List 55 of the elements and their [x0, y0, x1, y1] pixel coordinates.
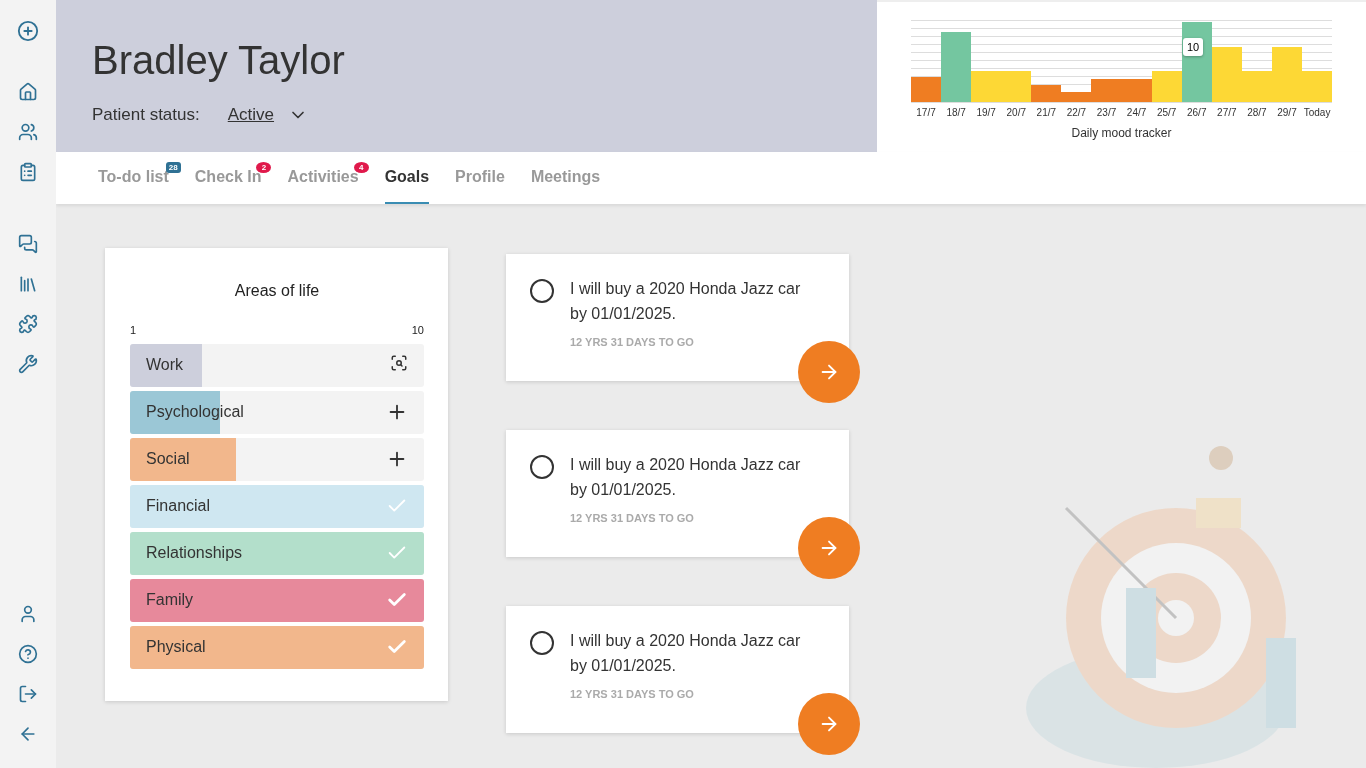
count-badge: 4 [353, 162, 369, 173]
goal-radio[interactable] [530, 279, 554, 303]
goal-countdown: 12 YRS 31 DAYS TO GO [570, 688, 695, 700]
goal-radio[interactable] [530, 631, 554, 655]
day-label: 24/7 [1125, 107, 1148, 118]
day-label: Today [1302, 107, 1332, 118]
day-label: 18/7 [945, 107, 967, 118]
area-label: Psychological [146, 403, 244, 421]
day-label: 29/7 [1276, 107, 1298, 118]
day-label: 17/7 [915, 107, 937, 118]
user-icon[interactable] [18, 604, 38, 624]
puzzle-icon[interactable] [18, 314, 38, 334]
checklist-icon[interactable] [18, 162, 38, 182]
card-title: Areas of life [234, 282, 320, 300]
goal-text: I will buy a 2020 Honda Jazz car by 01/01/2025. [570, 455, 802, 500]
day-label: 21/7 [1035, 107, 1058, 118]
chat-icon[interactable] [18, 234, 38, 254]
mood-bar [1121, 79, 1152, 102]
chart-tooltip: 10 [1183, 38, 1204, 56]
tab[interactable]: Goals [384, 152, 430, 204]
area-label: Financial [146, 497, 211, 515]
tab[interactable]: Profile [455, 152, 505, 204]
logout-icon[interactable] [18, 684, 38, 704]
area-label: Family [146, 591, 194, 609]
goal-text: I will buy a 2020 Honda Jazz car by 01/01/2025. [570, 279, 802, 324]
day-label: 23/7 [1095, 107, 1118, 118]
scale-min: 1 [130, 324, 137, 336]
users-icon[interactable] [18, 122, 38, 142]
day-label: 27/7 [1216, 107, 1238, 118]
status-label: Patient status: [92, 105, 200, 125]
day-label: 28/7 [1246, 107, 1268, 118]
tools-icon[interactable] [18, 354, 38, 374]
area-label: Social [146, 450, 190, 468]
day-label: 20/7 [1005, 107, 1027, 118]
chart-title: Daily mood tracker [1071, 126, 1172, 140]
day-label: 25/7 [1155, 107, 1178, 118]
status-dropdown[interactable]: Active [227, 105, 309, 125]
patient-name: Bradley Taylor [92, 38, 345, 83]
area-label: Relationships [146, 544, 243, 562]
day-label: 19/7 [975, 107, 997, 118]
add-circle-icon[interactable] [17, 20, 39, 42]
goal-radio[interactable] [530, 455, 554, 479]
goal-countdown: 12 YRS 31 DAYS TO GO [570, 512, 695, 524]
count-badge: 2 [256, 162, 272, 173]
day-label: 26/7 [1186, 107, 1208, 118]
tab[interactable]: Meetings [530, 152, 601, 204]
goal-countdown: 12 YRS 31 DAYS TO GO [570, 336, 695, 348]
area-label: Work [146, 356, 184, 374]
help-icon[interactable] [18, 644, 38, 664]
goal-text: I will buy a 2020 Honda Jazz car by 01/01/2025. [570, 631, 802, 676]
books-icon[interactable] [18, 274, 38, 294]
day-label: 22/7 [1065, 107, 1088, 118]
scale-max: 10 [411, 324, 424, 336]
area-label: Physical [146, 638, 206, 656]
home-icon[interactable] [18, 82, 38, 102]
